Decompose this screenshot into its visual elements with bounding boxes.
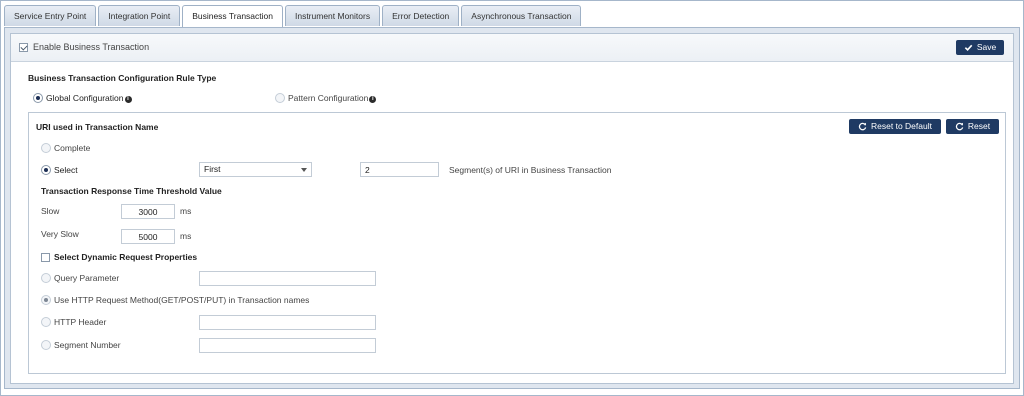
select-radio[interactable]: [41, 165, 51, 175]
reset-label: Reset: [967, 121, 991, 131]
uri-settings-box: URI used in Transaction Name Reset to De…: [28, 112, 1006, 374]
panel-content: Enable Business Transaction Save Busines…: [10, 33, 1014, 384]
global-config-label: Global Configuration i: [46, 93, 132, 103]
segment-suffix-label: Segment(s) of URI in Business Transactio…: [449, 165, 612, 175]
query-param-radio[interactable]: [41, 273, 51, 283]
refresh-icon: [858, 122, 867, 131]
pattern-config-text: Pattern Configuration: [288, 93, 369, 103]
tab-business-transaction[interactable]: Business Transaction: [182, 5, 283, 28]
save-button[interactable]: Save: [956, 40, 1004, 55]
http-method-radio[interactable]: [41, 295, 51, 305]
enable-bt-label: Enable Business Transaction: [33, 42, 150, 52]
save-button-label: Save: [976, 42, 997, 52]
enable-bt-checkbox[interactable]: [19, 43, 28, 52]
slow-unit-label: ms: [180, 206, 192, 216]
select-label: Select: [54, 165, 78, 175]
reset-to-default-label: Reset to Default: [871, 121, 932, 131]
threshold-title: Transaction Response Time Threshold Valu…: [41, 186, 222, 196]
complete-label: Complete: [54, 143, 91, 153]
reset-button[interactable]: Reset: [946, 119, 999, 134]
slow-threshold-input[interactable]: [121, 204, 175, 219]
pattern-config-radio[interactable]: [275, 93, 285, 103]
tab-panel: Enable Business Transaction Save Busines…: [4, 27, 1020, 389]
very-slow-unit-label: ms: [180, 231, 192, 241]
reset-to-default-button[interactable]: Reset to Default: [849, 119, 941, 134]
segment-number-label: Segment Number: [54, 340, 121, 350]
tab-bar: Service Entry Point Integration Point Bu…: [4, 5, 1020, 28]
segment-position-value: First: [204, 164, 221, 174]
very-slow-label: Very Slow: [41, 229, 79, 239]
tab-asynchronous-transaction[interactable]: Asynchronous Transaction: [461, 5, 582, 26]
query-param-input[interactable]: [199, 271, 376, 286]
chevron-down-icon: [301, 168, 307, 172]
tab-error-detection[interactable]: Error Detection: [382, 5, 460, 26]
dynamic-props-title: Select Dynamic Request Properties: [54, 252, 198, 262]
tab-service-entry-point[interactable]: Service Entry Point: [4, 5, 97, 26]
info-icon[interactable]: i: [124, 96, 132, 103]
checkmark-icon: [964, 44, 973, 51]
uri-section-title: URI used in Transaction Name: [36, 122, 159, 132]
complete-radio[interactable]: [41, 143, 51, 153]
very-slow-threshold-input[interactable]: [121, 229, 175, 244]
app-frame: Service Entry Point Integration Point Bu…: [0, 0, 1024, 396]
http-header-radio[interactable]: [41, 317, 51, 327]
http-header-input[interactable]: [199, 315, 376, 330]
http-method-label: Use HTTP Request Method(GET/POST/PUT) in…: [54, 295, 310, 305]
segment-number-input[interactable]: [199, 338, 376, 353]
segment-number-radio[interactable]: [41, 340, 51, 350]
config-rule-title: Business Transaction Configuration Rule …: [28, 73, 217, 83]
global-config-radio[interactable]: [33, 93, 43, 103]
tab-instrument-monitors[interactable]: Instrument Monitors: [284, 5, 381, 26]
pattern-config-label: Pattern Configuration i: [288, 93, 377, 103]
global-config-text: Global Configuration: [46, 93, 124, 103]
http-header-label: HTTP Header: [54, 317, 107, 327]
segment-position-dropdown[interactable]: First: [199, 162, 312, 177]
segment-count-input[interactable]: [360, 162, 439, 177]
panel-header: Enable Business Transaction Save: [11, 34, 1013, 62]
refresh-icon: [955, 122, 964, 131]
dynamic-props-checkbox[interactable]: [41, 253, 50, 262]
info-icon[interactable]: i: [369, 96, 377, 103]
slow-label: Slow: [41, 206, 60, 216]
query-param-label: Query Parameter: [54, 273, 120, 283]
tab-integration-point[interactable]: Integration Point: [98, 5, 181, 26]
